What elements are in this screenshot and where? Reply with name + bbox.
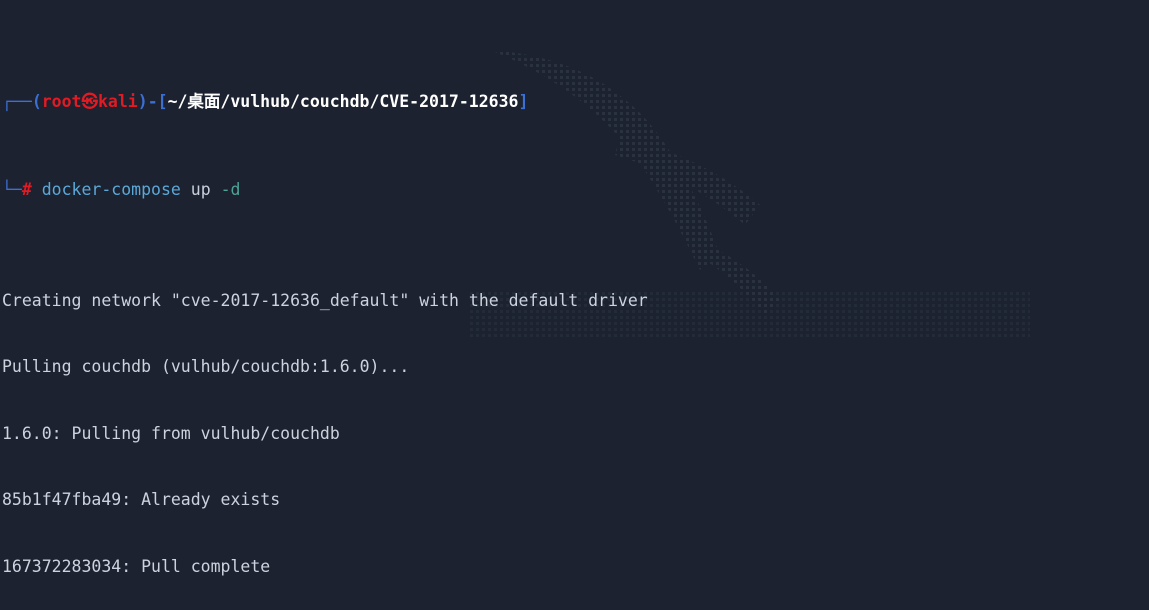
kali-dragon-icon: ㉿ — [81, 91, 99, 111]
prompt-user: root — [41, 91, 82, 111]
prompt-corner-bottom: └─ — [2, 180, 22, 200]
prompt-path: ~/桌面/vulhub/couchdb/CVE-2017-12636 — [167, 91, 519, 111]
command-args: up — [180, 180, 211, 200]
prompt-open-paren: ( — [31, 91, 42, 111]
command-name: docker-compose — [41, 180, 181, 200]
prompt-close-paren: ) — [137, 91, 148, 111]
prompt-line-1: ┌──(root㉿kali)-[~/桌面/vulhub/couchdb/CVE-… — [0, 91, 1149, 113]
prompt-open-bracket: [ — [157, 91, 168, 111]
prompt-dash: - — [147, 91, 158, 111]
terminal-window[interactable]: ┌──(root㉿kali)-[~/桌面/vulhub/couchdb/CVE-… — [0, 0, 1149, 610]
prompt-close-bracket: ] — [518, 91, 529, 111]
output-line: Pulling couchdb (vulhub/couchdb:1.6.0)..… — [2, 357, 410, 377]
terminal-screen: ┌──(root㉿kali)-[~/桌面/vulhub/couchdb/CVE-… — [0, 0, 1149, 610]
command-line-1[interactable]: └─# docker-compose up -d — [0, 179, 1149, 201]
output-line: 1.6.0: Pulling from vulhub/couchdb — [2, 423, 340, 443]
prompt-host: kali — [98, 91, 138, 111]
output-line: 85b1f47fba49: Already exists — [2, 490, 281, 510]
prompt-hash: # — [21, 180, 32, 200]
output-line: Creating network "cve-2017-12636_default… — [2, 291, 648, 310]
command-flag: -d — [210, 180, 241, 200]
prompt-corner-top: ┌── — [2, 91, 32, 111]
output-line: 167372283034: Pull complete — [2, 556, 271, 576]
